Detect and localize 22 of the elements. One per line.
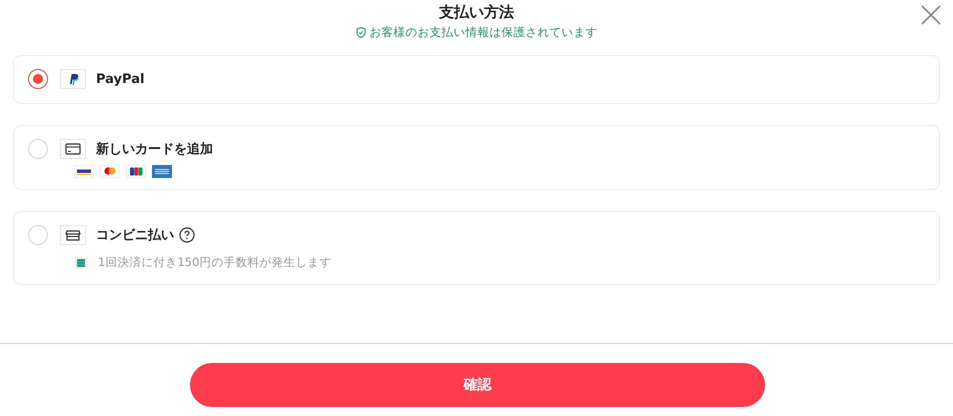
option-label: PayPal [96,72,144,86]
fee-note: 1回決済に付き150円の手数料が発生します [98,255,332,270]
close-icon[interactable] [921,5,941,25]
payment-option-card[interactable]: コンビニ払い 1回決済に付き150円の手数料が発生します [13,211,940,285]
option-label: 新しいカードを追加 [96,140,213,158]
visa-logo-icon [74,165,94,178]
mastercard-logo-icon [100,165,120,178]
store-logo-icon [74,256,88,268]
radio-button[interactable] [28,69,48,89]
shield-icon [356,27,366,38]
payment-option-card[interactable]: PayPal [13,55,940,104]
paypal-icon [60,69,86,89]
jcb-logo-icon [126,165,146,178]
help-icon[interactable] [179,227,195,243]
amex-logo-icon [152,165,172,178]
store-icon [60,225,86,245]
security-note: お客様のお支払い情報は保護されています [370,25,598,40]
payment-option-card[interactable]: 新しいカードを追加 [13,125,940,190]
dialog-title: 支払い方法 [439,2,514,22]
confirm-button[interactable]: 確認 [190,363,765,407]
option-label: コンビニ払い [96,227,174,244]
credit-card-icon [60,139,86,159]
